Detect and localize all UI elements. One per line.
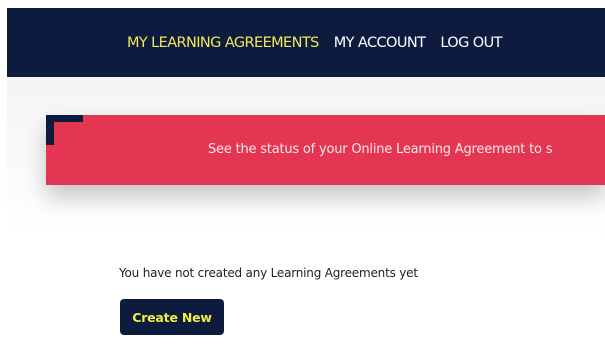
nav-item-my-learning-agreements[interactable]: MY LEARNING AGREEMENTS — [117, 26, 325, 59]
nav-item-log-out[interactable]: LOG OUT — [440, 35, 502, 51]
status-banner: See the status of your Online Learning A… — [46, 115, 605, 185]
main-content: See the status of your Online Learning A… — [7, 77, 605, 348]
page: MY LEARNING AGREEMENTS MY ACCOUNT LOG OU… — [0, 0, 605, 348]
banner-corner-accent-left — [46, 115, 54, 145]
top-navbar: MY LEARNING AGREEMENTS MY ACCOUNT LOG OU… — [7, 8, 605, 77]
banner-text: See the status of your Online Learning A… — [208, 142, 553, 157]
top-strip — [0, 0, 605, 8]
create-new-button[interactable]: Create New — [120, 299, 224, 335]
nav-item-my-account[interactable]: MY ACCOUNT — [334, 35, 426, 51]
empty-state-message: You have not created any Learning Agreem… — [119, 266, 418, 280]
nav-menu: MY LEARNING AGREEMENTS MY ACCOUNT LOG OU… — [117, 8, 517, 77]
left-strip — [0, 0, 7, 348]
